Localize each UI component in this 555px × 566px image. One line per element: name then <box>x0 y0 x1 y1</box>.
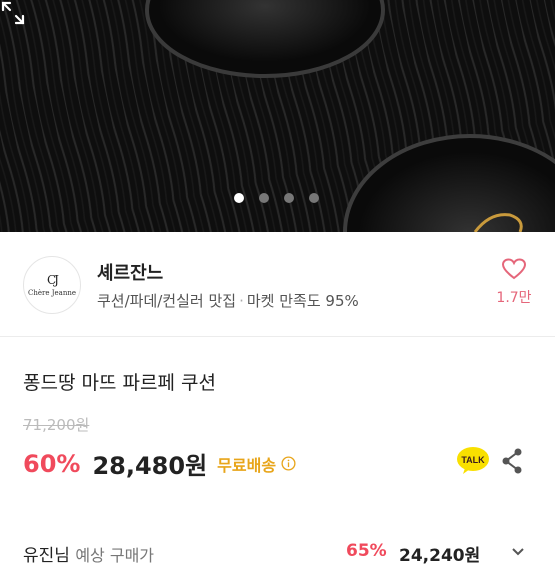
user-name: 유진님 <box>23 546 70 566</box>
product-image-carousel[interactable] <box>0 0 555 232</box>
like-button[interactable]: 1.7만 <box>496 257 532 307</box>
share-icon[interactable] <box>500 448 524 474</box>
shop-name[interactable]: 셰르잔느 <box>97 259 163 285</box>
shop-tagline: 쿠션/파데/컨실러 맛집 <box>97 292 237 310</box>
heart-icon <box>501 258 527 280</box>
logo-text: Chère Jeanne <box>27 288 76 297</box>
shop-satisfaction: 마켓 만족도 95% <box>246 292 359 310</box>
carousel-indicator <box>234 193 319 203</box>
carousel-dot-2[interactable] <box>259 193 269 203</box>
expected-discount: 65% <box>346 541 387 561</box>
expected-price: 24,240원 <box>399 546 481 566</box>
like-count: 1.7만 <box>496 290 532 306</box>
product-title: 퐁드땅 마뜨 파르페 쿠션 <box>23 372 216 394</box>
svg-text:TALK: TALK <box>461 455 485 465</box>
logo-mark: CJ <box>47 272 59 287</box>
shop-info[interactable]: CJ Chère Jeanne 셰르잔느 쿠션/파데/컨실러 맛집 · 마켓 만족도… <box>0 232 555 337</box>
sale-price: 28,480원 <box>92 452 208 480</box>
discount-rate: 60% <box>23 449 81 478</box>
meta-separator: · <box>239 292 244 310</box>
chevron-down-icon[interactable] <box>511 545 525 559</box>
shop-meta: 쿠션/파데/컨실러 맛집 · 마켓 만족도 95% <box>97 290 359 311</box>
free-shipping-label: 무료배송 <box>217 455 277 475</box>
fullscreen-icon[interactable] <box>0 0 26 26</box>
shop-logo[interactable]: CJ Chère Jeanne <box>23 256 81 314</box>
original-price: 71,200원 <box>23 416 90 434</box>
price-row: 60% 28,480원 무료배송 <box>23 446 296 481</box>
expected-price-label: 예상 구매가 <box>75 546 155 565</box>
carousel-dot-3[interactable] <box>284 193 294 203</box>
carousel-dot-4[interactable] <box>309 193 319 203</box>
carousel-dot-1[interactable] <box>234 193 244 203</box>
expected-price-row[interactable]: 유진님 예상 구매가 65% 24,240원 <box>23 541 543 566</box>
kakao-talk-icon[interactable]: TALK <box>456 446 490 476</box>
info-icon[interactable] <box>281 456 296 471</box>
